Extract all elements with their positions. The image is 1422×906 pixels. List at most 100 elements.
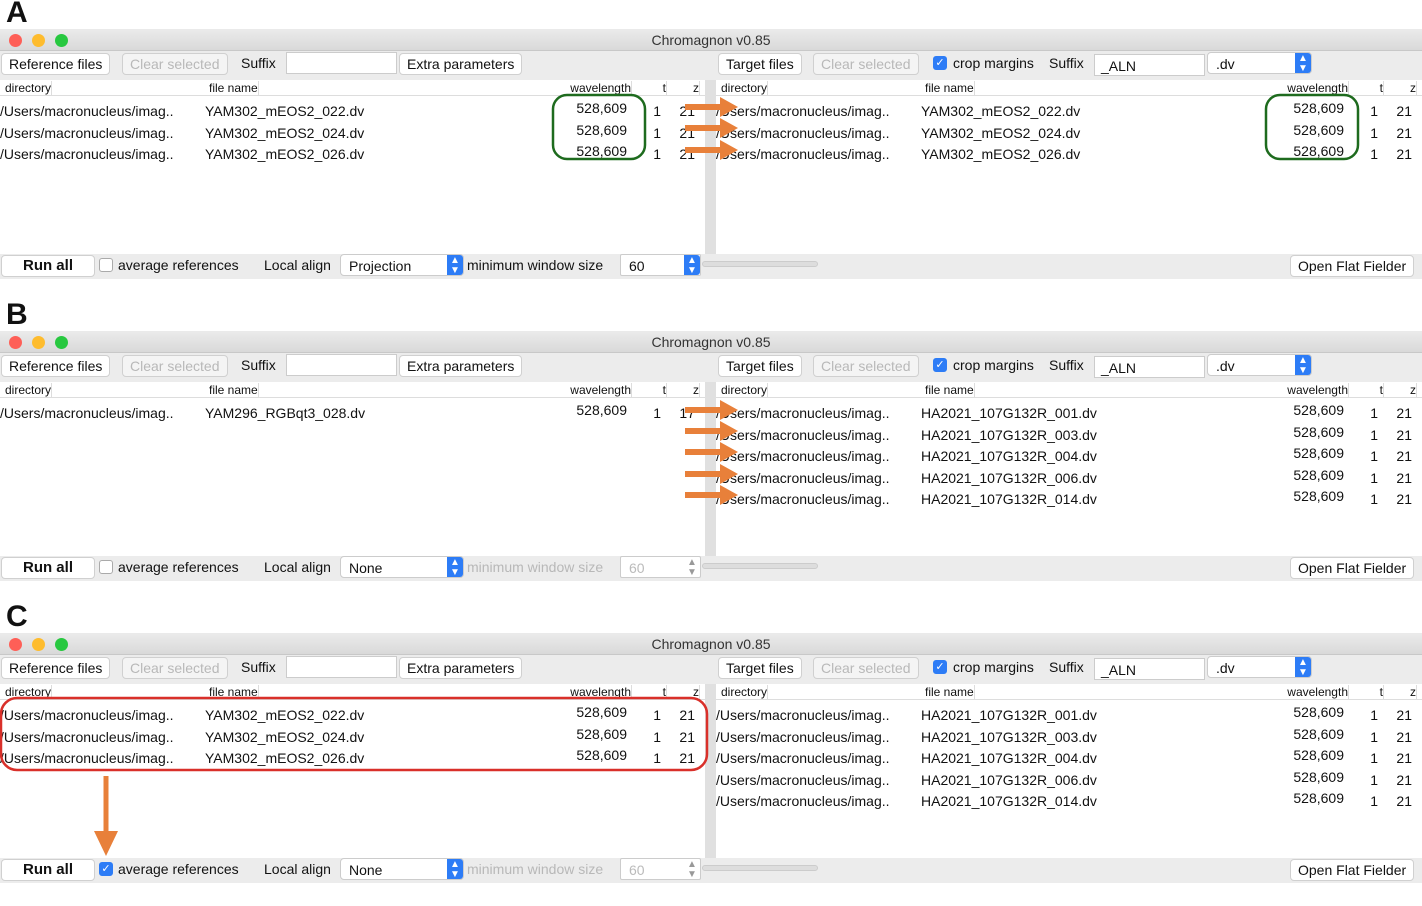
reference-suffix-input[interactable] (286, 52, 397, 74)
progress-slider[interactable] (702, 563, 818, 569)
close-window-button[interactable] (9, 638, 22, 651)
column-header-file-name[interactable]: file name (925, 383, 975, 397)
reference-suffix-input[interactable] (286, 656, 397, 678)
column-header-file-name[interactable]: file name (925, 81, 975, 95)
open-flat-fielder-button[interactable]: Open Flat Fielder (1290, 255, 1415, 277)
average-references-checkbox[interactable]: ✓ (99, 862, 113, 876)
column-header-z[interactable]: z (693, 383, 700, 397)
average-references-checkbox[interactable] (99, 258, 113, 272)
target-suffix-input[interactable]: _ALN (1094, 356, 1205, 378)
column-header-t[interactable]: t (1380, 685, 1384, 699)
column-header-z[interactable]: z (693, 685, 700, 699)
table-row[interactable]: /Users/macronucleus/imag.. YAM302_mEOS2_0… (716, 143, 1422, 164)
target-suffix-input[interactable]: _ALN (1094, 54, 1205, 76)
table-row[interactable]: /Users/macronucleus/imag.. YAM302_mEOS2_0… (0, 704, 705, 725)
column-header-wavelength[interactable]: wavelength (570, 383, 632, 397)
column-header-file-name[interactable]: file name (209, 383, 259, 397)
extra-parameters-button[interactable]: Extra parameters (399, 355, 523, 377)
column-header-t[interactable]: t (1380, 81, 1384, 95)
column-header-t[interactable]: t (663, 81, 667, 95)
crop-margins-checkbox[interactable]: ✓ (933, 358, 947, 372)
run-all-button[interactable]: Run all (1, 557, 95, 579)
open-flat-fielder-button[interactable]: Open Flat Fielder (1290, 557, 1415, 579)
target-files-button[interactable]: Target files (718, 53, 802, 75)
zoom-window-button[interactable] (55, 336, 68, 349)
reference-files-button[interactable]: Reference files (1, 53, 111, 75)
table-row[interactable]: /Users/macronucleus/imag.. YAM302_mEOS2_0… (0, 726, 705, 747)
table-row[interactable]: /Users/macronucleus/imag.. HA2021_107G132… (716, 402, 1422, 423)
table-row[interactable]: /Users/macronucleus/imag.. YAM302_mEOS2_0… (0, 747, 705, 768)
target-file-table[interactable]: directory file name wavelength t z/Users/mac… (716, 80, 1422, 254)
open-flat-fielder-button[interactable]: Open Flat Fielder (1290, 859, 1415, 881)
local-align-select[interactable]: None ▲ ▼ (340, 556, 464, 578)
target-files-button[interactable]: Target files (718, 355, 802, 377)
zoom-window-button[interactable] (55, 638, 68, 651)
table-row[interactable]: /Users/macronucleus/imag.. YAM302_mEOS2_0… (716, 100, 1422, 121)
table-row[interactable]: /Users/macronucleus/imag.. YAM302_mEOS2_0… (0, 143, 705, 164)
table-row[interactable]: /Users/macronucleus/imag.. HA2021_107G132… (716, 445, 1422, 466)
progress-slider[interactable] (702, 261, 818, 267)
column-header-file-name[interactable]: file name (209, 81, 259, 95)
table-row[interactable]: /Users/macronucleus/imag.. HA2021_107G132… (716, 769, 1422, 790)
column-header-t[interactable]: t (663, 685, 667, 699)
table-row[interactable]: /Users/macronucleus/imag.. HA2021_107G132… (716, 424, 1422, 445)
table-row[interactable]: /Users/macronucleus/imag.. HA2021_107G132… (716, 790, 1422, 811)
minimize-window-button[interactable] (32, 34, 45, 47)
run-all-button[interactable]: Run all (1, 859, 95, 881)
extension-select[interactable]: .dv ▲ ▼ (1207, 52, 1312, 74)
splitter[interactable] (705, 80, 716, 254)
column-header-wavelength[interactable]: wavelength (1287, 81, 1349, 95)
table-row[interactable]: /Users/macronucleus/imag.. YAM302_mEOS2_0… (0, 122, 705, 143)
column-header-directory[interactable]: directory (5, 81, 53, 95)
target-file-table[interactable]: directory file name wavelength t z/Users/mac… (716, 382, 1422, 556)
column-header-file-name[interactable]: file name (209, 685, 259, 699)
extra-parameters-button[interactable]: Extra parameters (399, 53, 523, 75)
reference-file-table[interactable]: directory file name wavelength t z/Users/mac… (0, 684, 705, 858)
splitter[interactable] (705, 382, 716, 556)
progress-slider[interactable] (702, 865, 818, 871)
column-header-directory[interactable]: directory (721, 81, 769, 95)
table-row[interactable]: /Users/macronucleus/imag.. HA2021_107G132… (716, 704, 1422, 725)
column-header-directory[interactable]: directory (5, 685, 53, 699)
table-row[interactable]: /Users/macronucleus/imag.. HA2021_107G132… (716, 726, 1422, 747)
reference-file-table[interactable]: directory file name wavelength t z/Users/mac… (0, 80, 705, 254)
target-suffix-input[interactable]: _ALN (1094, 658, 1205, 680)
minimize-window-button[interactable] (32, 638, 45, 651)
minimum-window-size-stepper[interactable]: 60 ▲ ▼ (620, 254, 701, 276)
target-files-button[interactable]: Target files (718, 657, 802, 679)
zoom-window-button[interactable] (55, 34, 68, 47)
column-header-z[interactable]: z (1410, 383, 1417, 397)
column-header-wavelength[interactable]: wavelength (1287, 685, 1349, 699)
reference-file-table[interactable]: directory file name wavelength t z/Users/mac… (0, 382, 705, 556)
splitter[interactable] (705, 684, 716, 858)
close-window-button[interactable] (9, 34, 22, 47)
target-file-table[interactable]: directory file name wavelength t z/Users/mac… (716, 684, 1422, 858)
minimize-window-button[interactable] (32, 336, 45, 349)
average-references-checkbox[interactable] (99, 560, 113, 574)
column-header-directory[interactable]: directory (721, 383, 769, 397)
table-row[interactable]: /Users/macronucleus/imag.. YAM302_mEOS2_0… (716, 122, 1422, 143)
column-header-directory[interactable]: directory (5, 383, 53, 397)
column-header-z[interactable]: z (1410, 81, 1417, 95)
column-header-wavelength[interactable]: wavelength (570, 685, 632, 699)
local-align-select[interactable]: None ▲ ▼ (340, 858, 464, 880)
extension-select[interactable]: .dv ▲ ▼ (1207, 656, 1312, 678)
table-row[interactable]: /Users/macronucleus/imag.. YAM296_RGBqt3_… (0, 402, 705, 423)
extra-parameters-button[interactable]: Extra parameters (399, 657, 523, 679)
crop-margins-checkbox[interactable]: ✓ (933, 56, 947, 70)
reference-suffix-input[interactable] (286, 354, 397, 376)
crop-margins-checkbox[interactable]: ✓ (933, 660, 947, 674)
reference-files-button[interactable]: Reference files (1, 657, 111, 679)
table-row[interactable]: /Users/macronucleus/imag.. HA2021_107G132… (716, 488, 1422, 509)
reference-files-button[interactable]: Reference files (1, 355, 111, 377)
column-header-wavelength[interactable]: wavelength (570, 81, 632, 95)
local-align-select[interactable]: Projection ▲ ▼ (340, 254, 464, 276)
run-all-button[interactable]: Run all (1, 255, 95, 277)
extension-select[interactable]: .dv ▲ ▼ (1207, 354, 1312, 376)
table-row[interactable]: /Users/macronucleus/imag.. YAM302_mEOS2_0… (0, 100, 705, 121)
column-header-directory[interactable]: directory (721, 685, 769, 699)
column-header-wavelength[interactable]: wavelength (1287, 383, 1349, 397)
table-row[interactable]: /Users/macronucleus/imag.. HA2021_107G132… (716, 747, 1422, 768)
column-header-z[interactable]: z (1410, 685, 1417, 699)
close-window-button[interactable] (9, 336, 22, 349)
